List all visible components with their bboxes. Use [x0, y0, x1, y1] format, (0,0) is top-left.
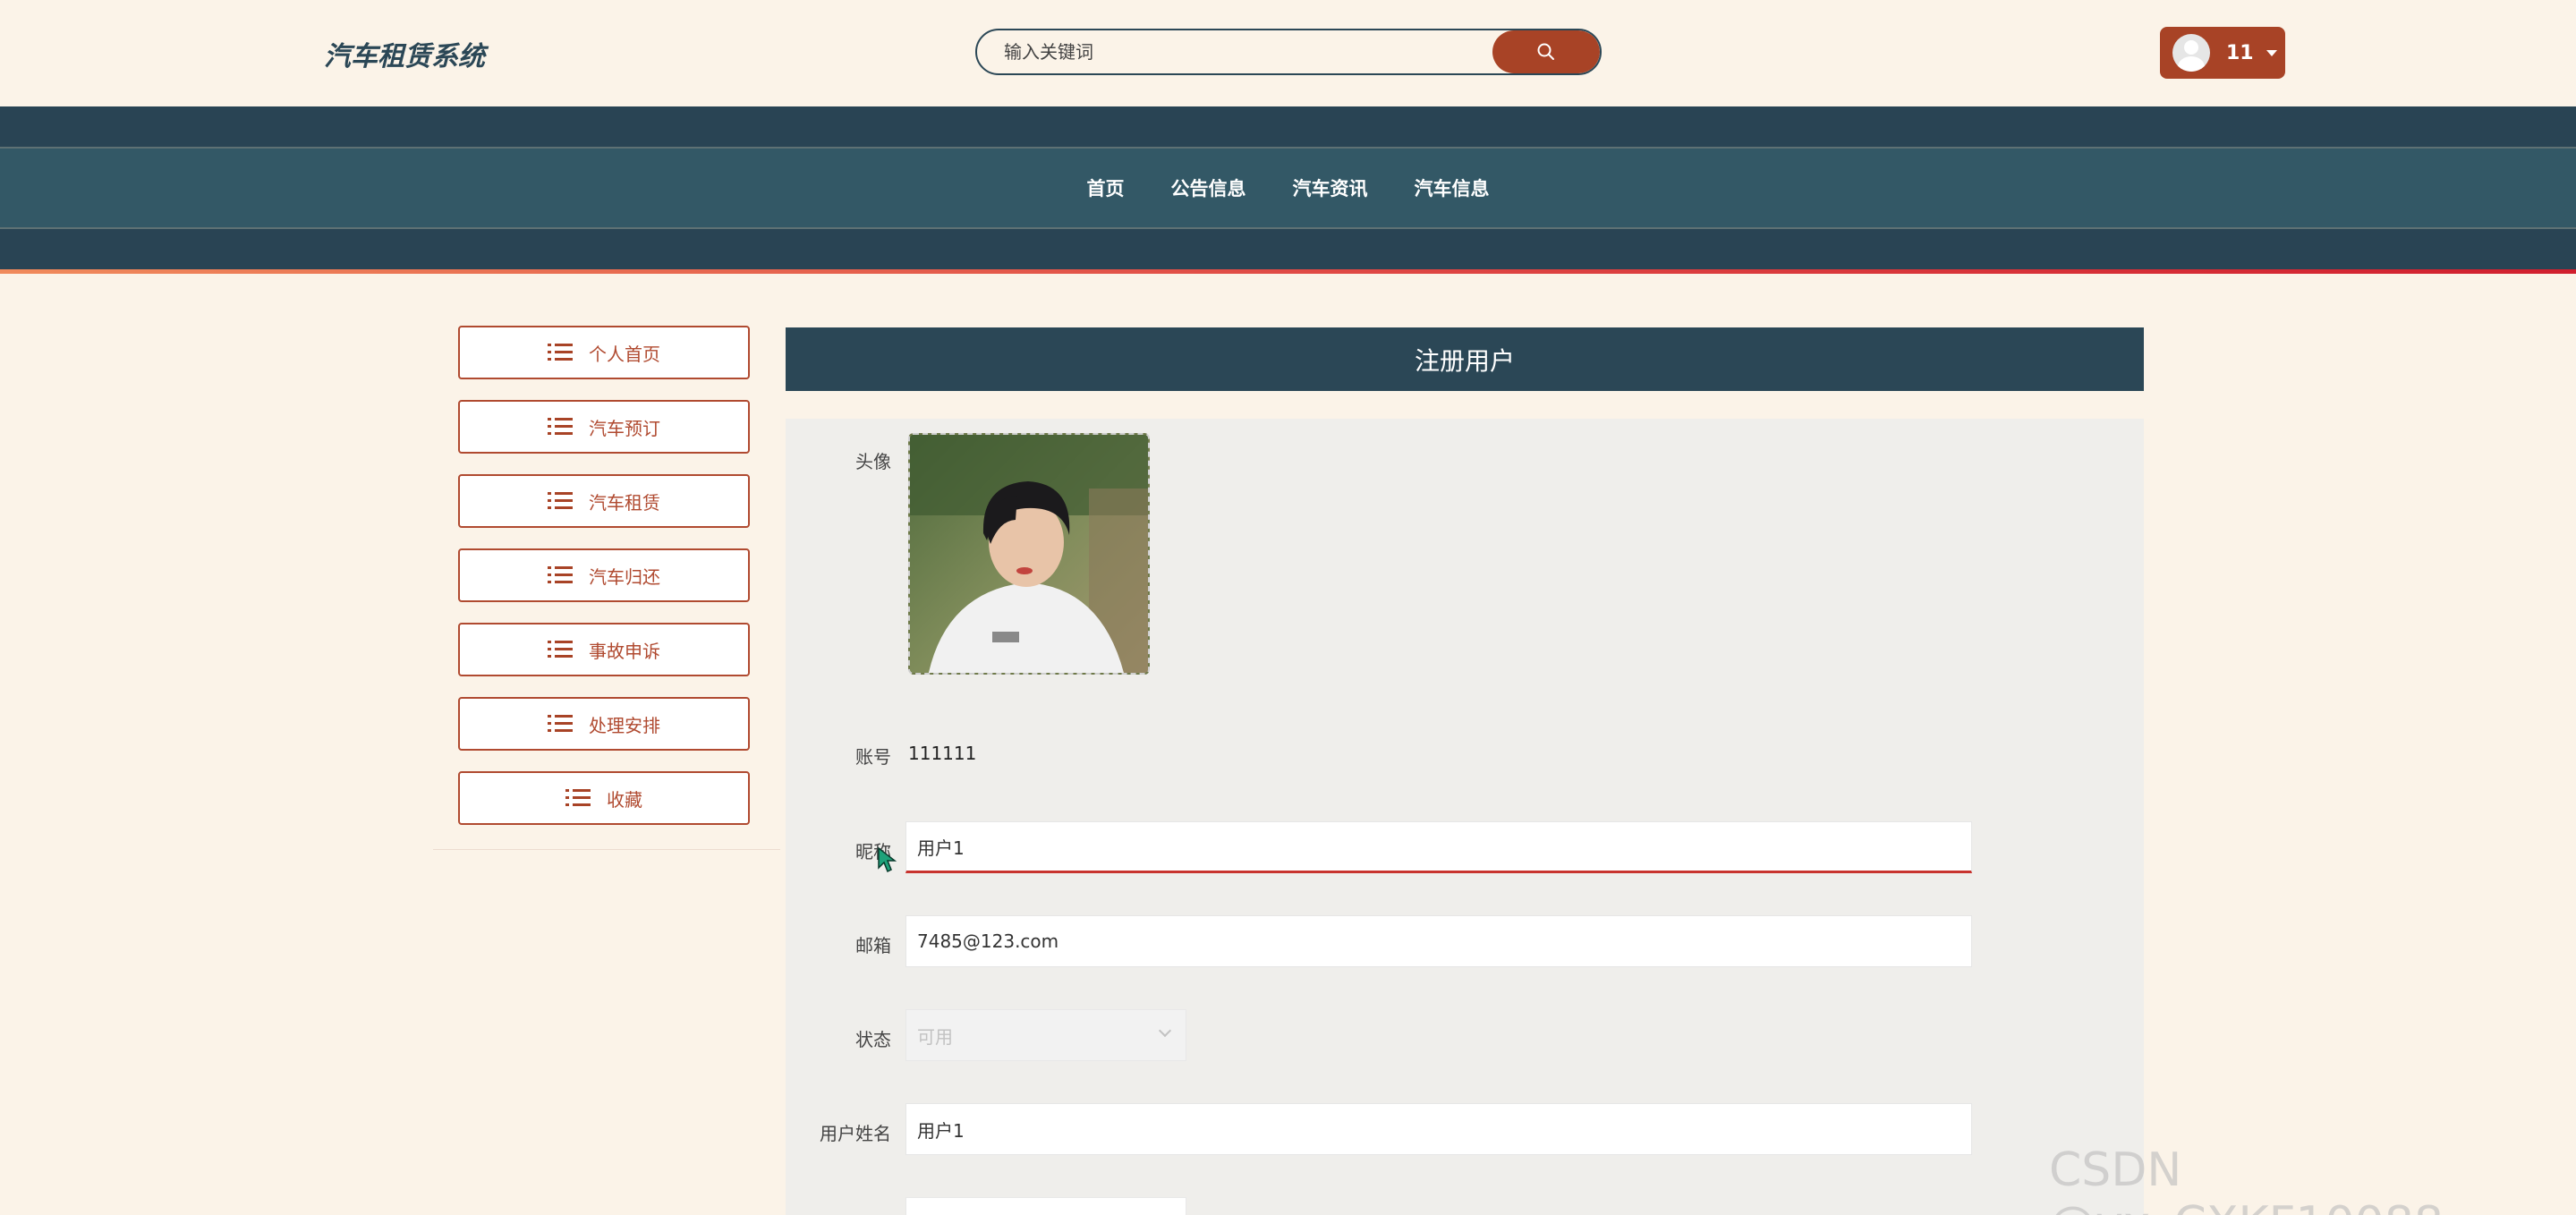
user-name: 11: [2226, 41, 2254, 64]
avatar-upload[interactable]: [908, 433, 1150, 675]
realname-input[interactable]: [905, 1103, 1972, 1155]
sidebar-item-favorites[interactable]: 收藏: [458, 771, 750, 825]
search-button[interactable]: [1492, 30, 1600, 73]
chevron-down-icon: [1158, 1024, 1172, 1038]
list-icon: [548, 492, 573, 510]
sidebar-item-rental[interactable]: 汽车租赁: [458, 474, 750, 528]
avatar-photo-image: [910, 435, 1148, 673]
list-icon: [548, 641, 573, 658]
nickname-label: 昵称: [855, 841, 891, 862]
nav-item-car-news[interactable]: 汽车资讯: [1293, 174, 1368, 201]
list-icon: [548, 566, 573, 584]
avatar-label: 头像: [855, 451, 891, 472]
sidebar-item-label: 收藏: [607, 788, 642, 811]
status-value: 可用: [917, 1025, 953, 1048]
main-nav: 首页 公告信息 汽车资讯 汽车信息: [0, 147, 2576, 229]
sidebar-item-return[interactable]: 汽车归还: [458, 548, 750, 602]
account-value: 111111: [908, 743, 977, 764]
list-icon: [548, 418, 573, 436]
sidebar-item-profile[interactable]: 个人首页: [458, 326, 750, 379]
sidebar-item-label: 事故申诉: [589, 640, 660, 662]
nav-band: 首页 公告信息 汽车资讯 汽车信息: [0, 106, 2576, 273]
sidebar-item-label: 处理安排: [589, 714, 660, 736]
mouse-cursor-icon: [878, 846, 897, 873]
page-title: 注册用户: [786, 327, 2144, 391]
list-icon: [548, 715, 573, 733]
search-input[interactable]: [977, 30, 1492, 73]
nav-item-car-info[interactable]: 汽车信息: [1415, 174, 1490, 201]
status-label: 状态: [855, 1029, 891, 1050]
list-icon: [548, 344, 573, 361]
site-logo[interactable]: 汽车租赁系统: [324, 34, 485, 73]
user-sidebar: 个人首页 汽车预订 汽车租赁 汽车归还 事故申诉 处理安排 收藏: [433, 326, 780, 850]
user-menu-button[interactable]: 11: [2160, 27, 2285, 79]
email-label: 邮箱: [855, 935, 891, 956]
watermark: CSDN @vx_CXKF10088: [2049, 1143, 2444, 1215]
nav-accent-line: [0, 269, 2576, 274]
search-box: [975, 29, 1602, 75]
sidebar-item-label: 汽车归还: [589, 565, 660, 588]
status-select[interactable]: 可用: [905, 1009, 1186, 1061]
user-avatar-icon: [2172, 34, 2210, 72]
caret-down-icon: [2266, 49, 2277, 56]
realname-label: 用户姓名: [820, 1123, 891, 1144]
sidebar-item-label: 个人首页: [589, 343, 660, 365]
nav-item-home[interactable]: 首页: [1087, 174, 1125, 201]
sidebar-item-booking[interactable]: 汽车预订: [458, 400, 750, 454]
email-input[interactable]: [905, 915, 1972, 967]
search-icon: [1537, 43, 1554, 60]
sidebar-item-appeal[interactable]: 事故申诉: [458, 623, 750, 676]
sidebar-item-arrangement[interactable]: 处理安排: [458, 697, 750, 751]
account-label: 账号: [855, 746, 891, 768]
sidebar-item-label: 汽车租赁: [589, 491, 660, 514]
nickname-input[interactable]: [905, 821, 1972, 873]
next-field-input[interactable]: [905, 1197, 1186, 1215]
list-icon: [565, 789, 591, 807]
nav-item-notice[interactable]: 公告信息: [1171, 174, 1246, 201]
sidebar-item-label: 汽车预订: [589, 417, 660, 439]
top-header: 汽车租赁系统 11: [0, 0, 2576, 106]
